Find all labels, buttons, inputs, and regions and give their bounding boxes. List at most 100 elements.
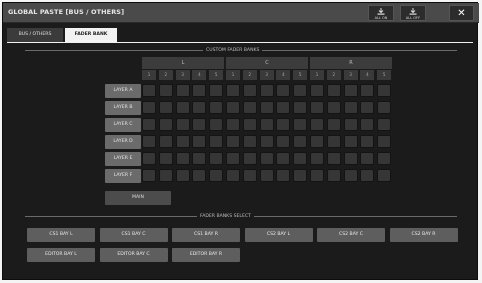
layer-button-a[interactable]: LAYER A [105, 84, 141, 98]
fader-bank-select-button[interactable]: EDITOR BAY C [99, 248, 168, 262]
fader-bank-cell[interactable] [259, 101, 274, 114]
fader-bank-cell[interactable] [360, 101, 375, 114]
fader-bank-cell[interactable] [142, 135, 156, 148]
fader-bank-cell[interactable] [276, 101, 291, 114]
fader-bank-select-button[interactable]: CS1 BAY L [27, 228, 95, 242]
fader-bank-cell[interactable] [142, 169, 156, 182]
fader-bank-cell[interactable] [377, 118, 392, 131]
fader-bank-cell[interactable] [276, 152, 291, 165]
fader-bank-cell[interactable] [192, 84, 207, 97]
fader-bank-cell[interactable] [175, 84, 190, 97]
fader-bank-cell[interactable] [142, 118, 156, 131]
layer-button-b[interactable]: LAYER B [105, 101, 141, 115]
fader-bank-cell[interactable] [192, 101, 207, 114]
fader-bank-select-button[interactable]: CS2 BAY R [389, 228, 458, 242]
fader-bank-cell[interactable] [226, 118, 240, 131]
fader-bank-cell[interactable] [293, 84, 308, 97]
fader-bank-cell[interactable] [158, 135, 173, 148]
fader-bank-cell[interactable] [242, 135, 257, 148]
fader-bank-cell[interactable] [326, 169, 341, 182]
layer-button-e[interactable]: LAYER E [105, 152, 141, 166]
fader-bank-cell[interactable] [158, 84, 173, 97]
fader-bank-cell[interactable] [175, 101, 190, 114]
fader-bank-cell[interactable] [175, 169, 190, 182]
layer-button-f[interactable]: LAYER F [105, 169, 141, 183]
fader-bank-cell[interactable] [259, 152, 274, 165]
fader-bank-cell[interactable] [293, 135, 308, 148]
fader-bank-cell[interactable] [259, 84, 274, 97]
fader-bank-cell[interactable] [209, 135, 224, 148]
fader-bank-cell[interactable] [192, 135, 207, 148]
fader-bank-cell[interactable] [259, 135, 274, 148]
fader-bank-cell[interactable] [377, 169, 392, 182]
fader-bank-cell[interactable] [343, 169, 358, 182]
fader-bank-cell[interactable] [226, 135, 240, 148]
fader-bank-cell[interactable] [192, 118, 207, 131]
fader-bank-cell[interactable] [293, 101, 308, 114]
fader-bank-cell[interactable] [377, 135, 392, 148]
fader-bank-cell[interactable] [175, 135, 190, 148]
all-on-button[interactable]: ALL ON [368, 5, 394, 21]
fader-bank-cell[interactable] [242, 152, 257, 165]
layer-button-d[interactable]: LAYER D [105, 135, 141, 149]
fader-bank-cell[interactable] [242, 84, 257, 97]
layer-button-c[interactable]: LAYER C [105, 118, 141, 132]
fader-bank-cell[interactable] [360, 135, 375, 148]
fader-bank-cell[interactable] [326, 101, 341, 114]
fader-bank-cell[interactable] [276, 135, 291, 148]
fader-bank-cell[interactable] [293, 169, 308, 182]
fader-bank-cell[interactable] [142, 152, 156, 165]
fader-bank-select-button[interactable]: EDITOR BAY R [172, 248, 240, 262]
fader-bank-cell[interactable] [377, 152, 392, 165]
fader-bank-cell[interactable] [377, 84, 392, 97]
fader-bank-cell[interactable] [310, 101, 324, 114]
fader-bank-cell[interactable] [343, 152, 358, 165]
fader-bank-cell[interactable] [343, 84, 358, 97]
fader-bank-cell[interactable] [242, 169, 257, 182]
main-button[interactable]: MAIN [105, 191, 171, 205]
fader-bank-cell[interactable] [226, 101, 240, 114]
fader-bank-cell[interactable] [158, 118, 173, 131]
tab-fader-bank[interactable]: FADER BANK [65, 28, 117, 42]
fader-bank-cell[interactable] [343, 118, 358, 131]
fader-bank-cell[interactable] [293, 118, 308, 131]
fader-bank-cell[interactable] [343, 101, 358, 114]
fader-bank-select-button[interactable]: CS2 BAY L [244, 228, 313, 242]
fader-bank-cell[interactable] [360, 169, 375, 182]
fader-bank-select-button[interactable]: EDITOR BAY L [27, 248, 95, 262]
fader-bank-cell[interactable] [209, 118, 224, 131]
fader-bank-cell[interactable] [242, 101, 257, 114]
fader-bank-cell[interactable] [158, 169, 173, 182]
fader-bank-cell[interactable] [242, 118, 257, 131]
fader-bank-cell[interactable] [192, 169, 207, 182]
fader-bank-cell[interactable] [209, 101, 224, 114]
fader-bank-cell[interactable] [326, 84, 341, 97]
fader-bank-cell[interactable] [310, 152, 324, 165]
fader-bank-cell[interactable] [326, 118, 341, 131]
fader-bank-cell[interactable] [209, 169, 224, 182]
fader-bank-cell[interactable] [310, 118, 324, 131]
fader-bank-cell[interactable] [226, 84, 240, 97]
fader-bank-cell[interactable] [310, 169, 324, 182]
fader-bank-cell[interactable] [142, 101, 156, 114]
fader-bank-cell[interactable] [310, 135, 324, 148]
fader-bank-cell[interactable] [343, 135, 358, 148]
fader-bank-cell[interactable] [226, 152, 240, 165]
fader-bank-select-button[interactable]: CS1 BAY C [99, 228, 168, 242]
fader-bank-cell[interactable] [377, 101, 392, 114]
fader-bank-select-button[interactable]: CS1 BAY R [172, 228, 240, 242]
fader-bank-select-button[interactable]: CS2 BAY C [317, 228, 385, 242]
close-button[interactable]: ✕ [449, 5, 474, 21]
fader-bank-cell[interactable] [360, 152, 375, 165]
fader-bank-cell[interactable] [175, 118, 190, 131]
fader-bank-cell[interactable] [276, 84, 291, 97]
tab-bus-others[interactable]: BUS / OTHERS [7, 28, 63, 42]
fader-bank-cell[interactable] [259, 118, 274, 131]
fader-bank-cell[interactable] [209, 84, 224, 97]
fader-bank-cell[interactable] [360, 118, 375, 131]
fader-bank-cell[interactable] [310, 84, 324, 97]
fader-bank-cell[interactable] [259, 169, 274, 182]
fader-bank-cell[interactable] [192, 152, 207, 165]
fader-bank-cell[interactable] [209, 152, 224, 165]
fader-bank-cell[interactable] [158, 152, 173, 165]
